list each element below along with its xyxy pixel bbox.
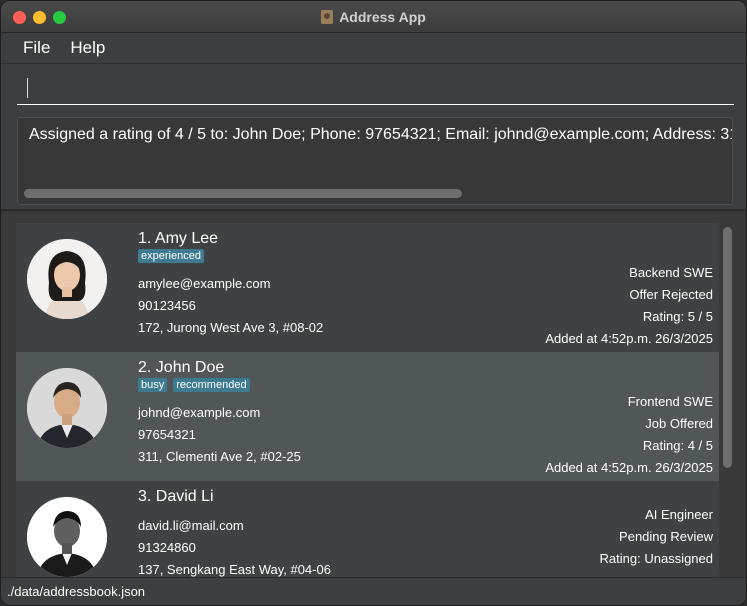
person-email: johnd@example.com	[138, 405, 261, 420]
person-list-area: 1. Amy Lee experienced amylee@example.co…	[1, 209, 746, 579]
app-window: Address App File Help Assigned a rating …	[0, 0, 747, 606]
person-phone: 90123456	[138, 298, 196, 313]
menu-bar: File Help	[1, 33, 746, 63]
window-title: Address App	[339, 9, 426, 25]
person-rating: Rating: 5 / 5	[642, 309, 713, 324]
avatar	[27, 368, 107, 448]
person-role: Frontend SWE	[627, 394, 713, 409]
command-input[interactable]	[17, 72, 734, 105]
menu-help[interactable]: Help	[70, 38, 105, 58]
person-role: AI Engineer	[645, 507, 713, 522]
menu-file[interactable]: File	[23, 38, 50, 58]
address-book-icon	[321, 10, 334, 24]
tag-list: experienced	[138, 249, 204, 263]
result-display[interactable]: Assigned a rating of 4 / 5 to: John Doe;…	[17, 117, 733, 205]
person-address: 137, Sengkang East Way, #04-06	[138, 562, 331, 577]
tag: recommended	[173, 378, 250, 392]
person-phone: 97654321	[138, 427, 196, 442]
person-email: david.li@mail.com	[138, 518, 244, 533]
person-rating: Rating: Unassigned	[599, 551, 713, 566]
person-address: 311, Clementi Ave 2, #02-25	[138, 449, 301, 464]
person-rating: Rating: 4 / 5	[642, 438, 713, 453]
tag: experienced	[138, 249, 204, 263]
tag-list: busy recommended	[138, 378, 250, 392]
list-scrollbar-thumb[interactable]	[723, 227, 732, 468]
person-added: Added at 4:52p.m. 26/3/2025	[545, 460, 713, 475]
tag: busy	[138, 378, 168, 392]
result-display-area: Assigned a rating of 4 / 5 to: John Doe;…	[1, 109, 746, 209]
person-role: Backend SWE	[629, 265, 713, 280]
command-box-area	[1, 63, 746, 109]
text-caret	[27, 78, 28, 98]
person-name: 2. John Doe	[138, 359, 225, 376]
person-status: Offer Rejected	[629, 287, 713, 302]
person-card[interactable]: 2. John Doe busy recommended johnd@examp…	[16, 352, 719, 481]
title-bar: Address App	[1, 1, 746, 33]
person-phone: 91324860	[138, 540, 196, 555]
avatar	[27, 239, 107, 319]
save-location-path: ./data/addressbook.json	[7, 584, 146, 599]
person-name: 3. David Li	[138, 488, 214, 505]
result-message: Assigned a rating of 4 / 5 to: John Doe;…	[29, 126, 732, 143]
title-wrap: Address App	[1, 1, 746, 33]
person-card[interactable]: 1. Amy Lee experienced amylee@example.co…	[16, 223, 719, 352]
result-horizontal-scrollbar[interactable]	[24, 189, 462, 198]
person-name: 1. Amy Lee	[138, 230, 219, 247]
status-bar: ./data/addressbook.json	[1, 577, 746, 605]
person-added: Added at 4:52p.m. 26/3/2025	[545, 331, 713, 346]
person-card[interactable]: 3. David Li david.li@mail.com 91324860 1…	[16, 481, 719, 579]
person-list: 1. Amy Lee experienced amylee@example.co…	[16, 223, 719, 579]
avatar	[27, 497, 107, 577]
person-status: Pending Review	[619, 529, 713, 544]
person-address: 172, Jurong West Ave 3, #08-02	[138, 320, 324, 335]
person-email: amylee@example.com	[138, 276, 271, 291]
person-status: Job Offered	[645, 416, 713, 431]
